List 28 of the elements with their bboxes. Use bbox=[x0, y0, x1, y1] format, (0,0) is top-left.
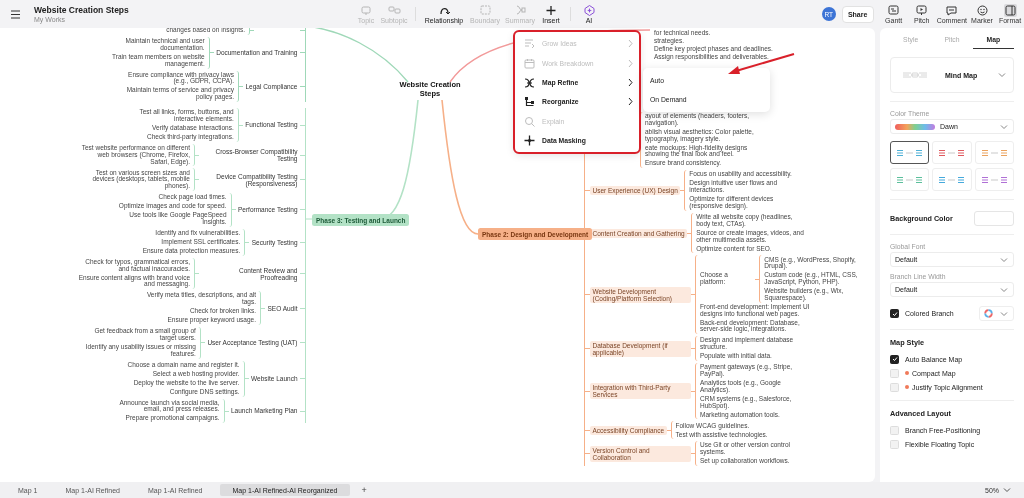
dashed-box-icon bbox=[478, 4, 492, 16]
checkbox[interactable] bbox=[890, 354, 899, 364]
presentation-icon bbox=[915, 4, 929, 17]
bracket-pair-icon bbox=[524, 76, 535, 88]
comment-icon bbox=[945, 4, 959, 17]
smiley-icon bbox=[975, 4, 989, 17]
color-ring-icon bbox=[984, 309, 993, 318]
plus-icon bbox=[544, 4, 558, 16]
chevron-down-icon[interactable] bbox=[1002, 485, 1012, 495]
topic-icon bbox=[359, 4, 373, 16]
calendar-icon bbox=[524, 57, 535, 69]
chart-icon bbox=[887, 4, 901, 17]
search-icon bbox=[524, 115, 535, 127]
theme-option[interactable] bbox=[890, 141, 930, 164]
subtopic-icon bbox=[387, 4, 401, 16]
color-gradient-icon bbox=[895, 123, 935, 130]
branch-color-picker[interactable] bbox=[979, 306, 1014, 321]
chevron-down-icon[interactable] bbox=[997, 70, 1007, 80]
add-sheet-button[interactable]: + bbox=[357, 485, 371, 495]
color-swatch[interactable] bbox=[974, 211, 1014, 226]
hierarchy-icon bbox=[524, 96, 535, 108]
sparkle-icon bbox=[582, 4, 596, 16]
lines-icon bbox=[524, 38, 535, 50]
mind-map-thumbnail-icon bbox=[901, 69, 929, 81]
menu-icon[interactable] bbox=[10, 8, 21, 20]
document-title: Website Creation Steps bbox=[34, 5, 129, 15]
checkbox[interactable] bbox=[890, 309, 899, 318]
panel-icon bbox=[1003, 4, 1017, 17]
